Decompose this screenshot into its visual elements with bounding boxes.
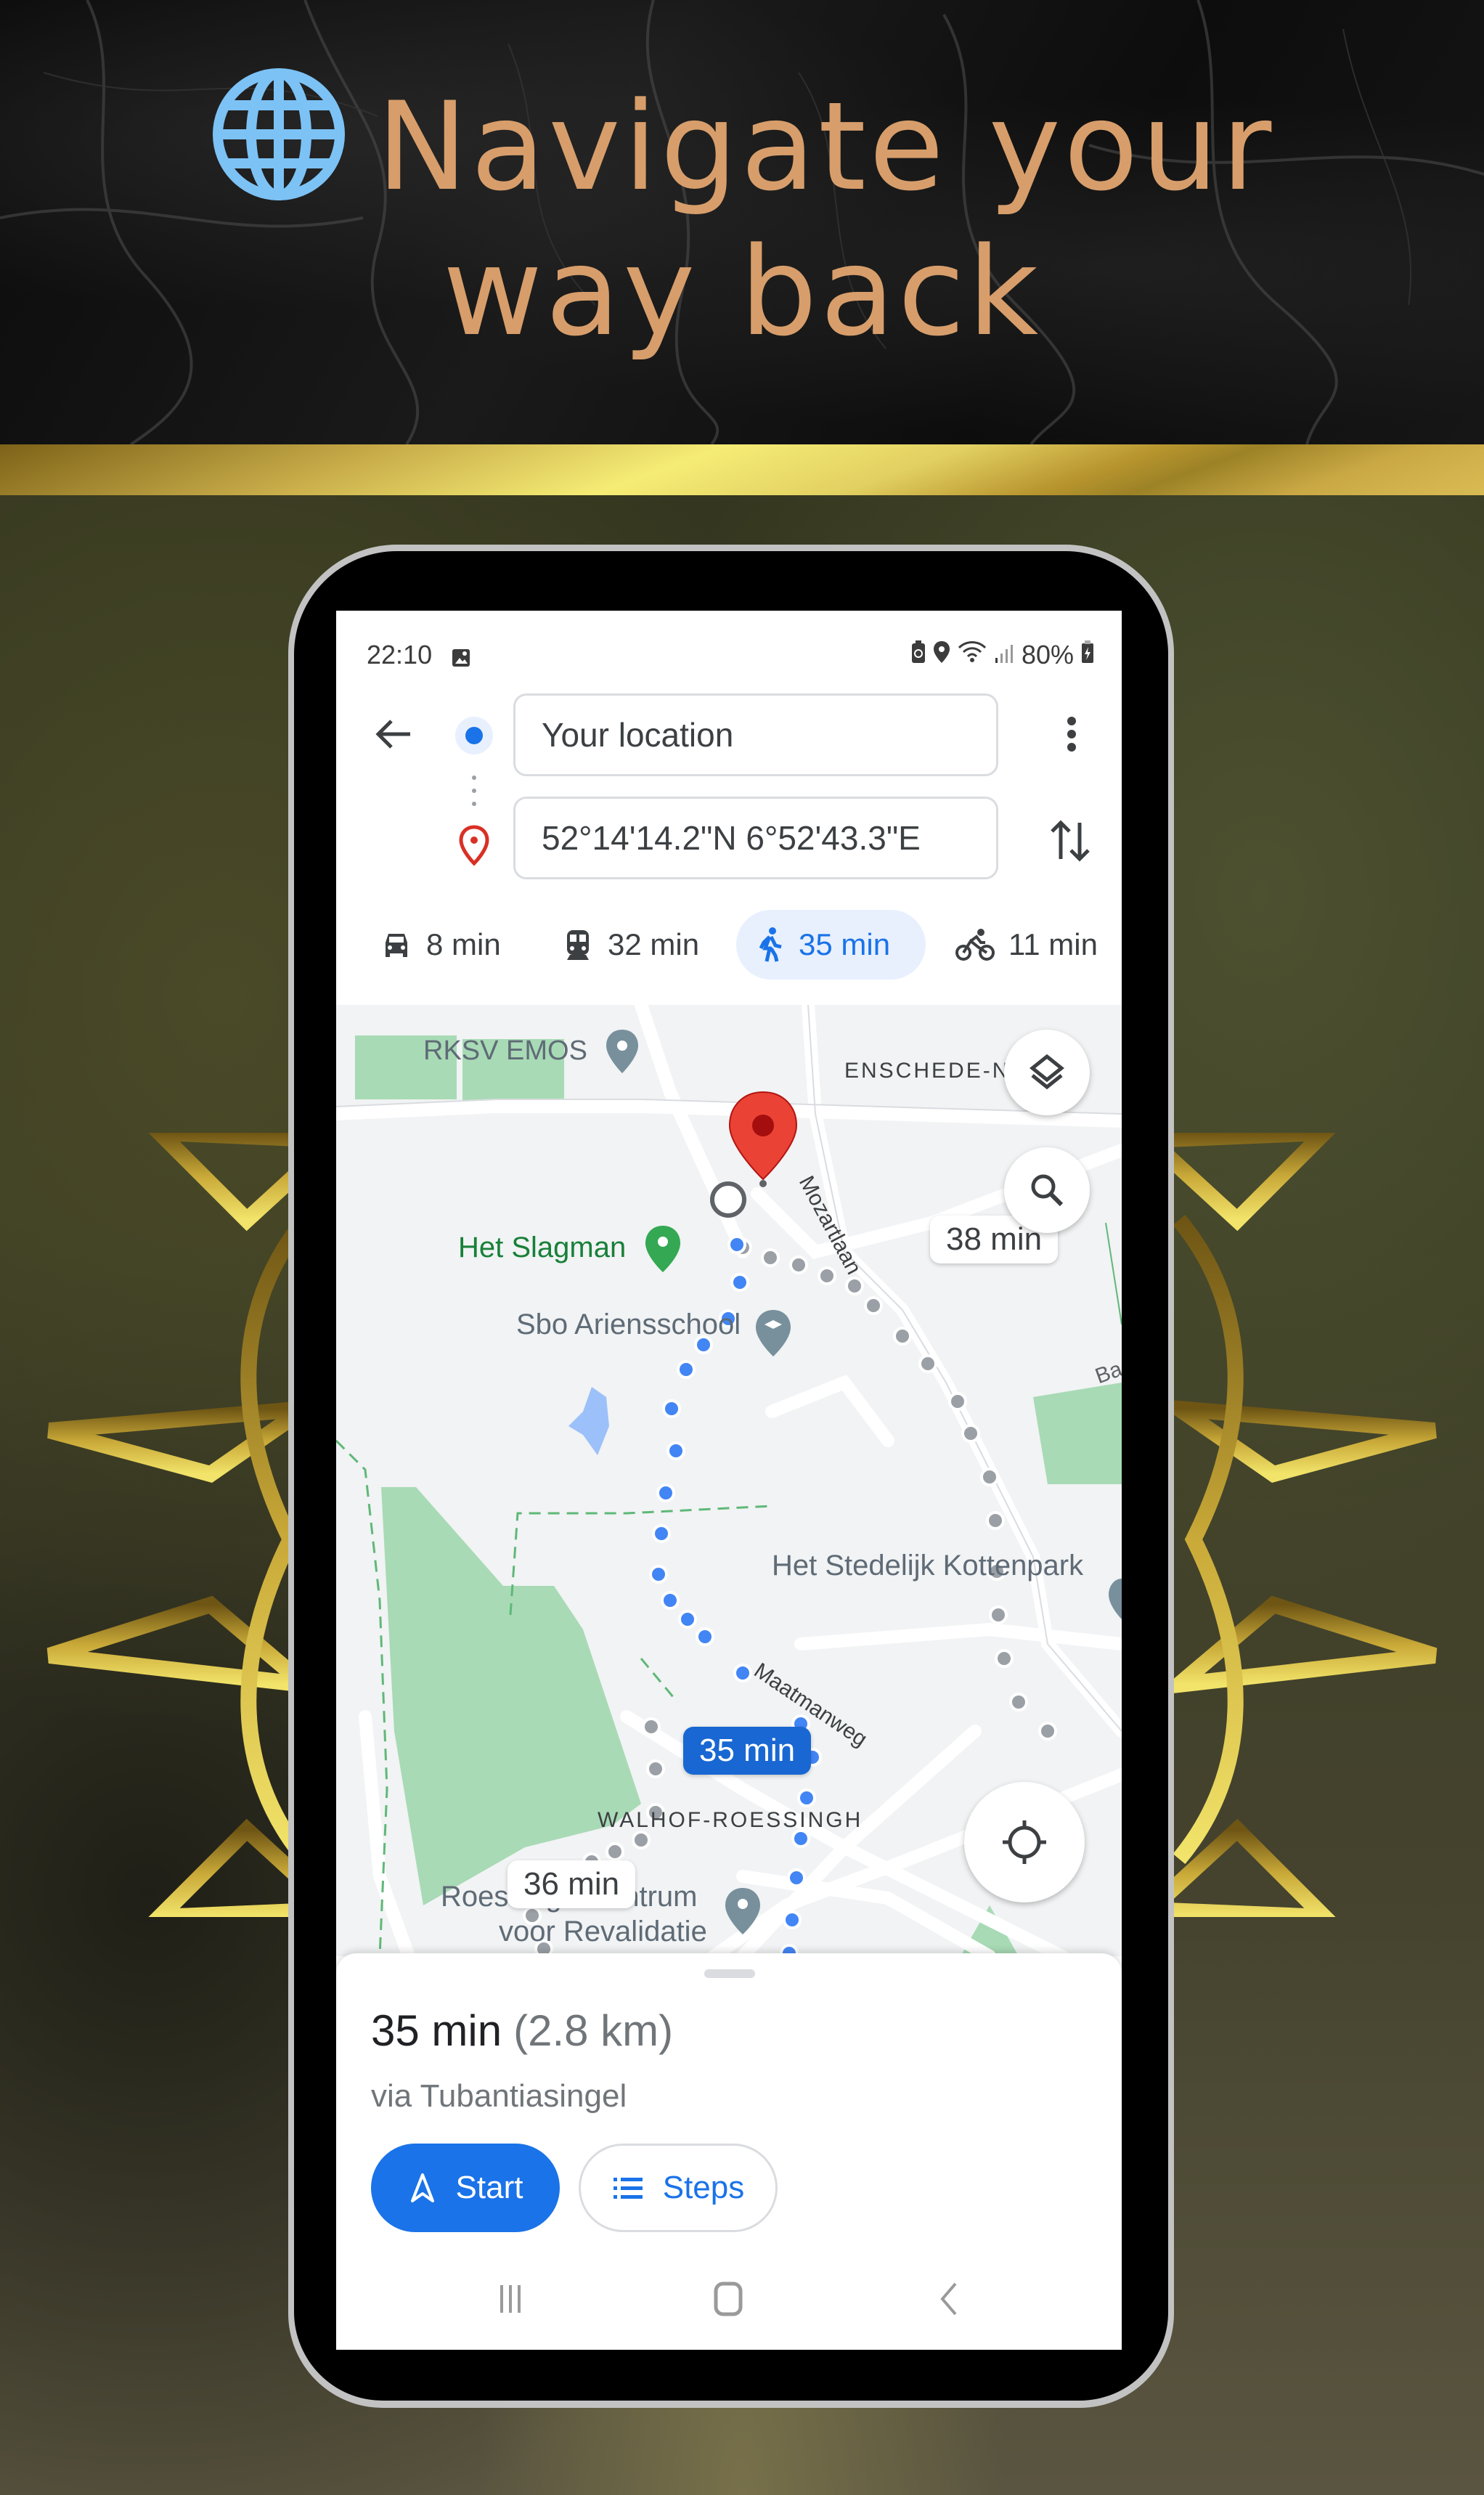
pond [568, 1387, 609, 1455]
steps-button[interactable]: Steps [579, 2144, 778, 2232]
promo-headline: Navigate your way back [0, 65, 1484, 365]
origin-dot-icon [465, 727, 483, 744]
destination-marker-icon [728, 1091, 798, 1187]
battery-saver-icon [911, 640, 926, 670]
walk-icon [759, 927, 782, 962]
school-pin-icon [756, 1310, 791, 1356]
car-icon [386, 934, 407, 957]
park-area [381, 1487, 641, 1905]
kottenpark-pin-icon [1109, 1579, 1122, 1619]
my-location-button[interactable] [964, 1782, 1085, 1902]
travel-mode-tabs: 8 min 32 min 35 min 11 min [336, 910, 1122, 980]
train-icon [567, 930, 589, 960]
globe-icon [210, 65, 348, 203]
headline-line-1: Navigate your [376, 76, 1275, 218]
home-button[interactable] [699, 2274, 757, 2324]
map-label-walhof: WALHOF-ROESSINGH [598, 1808, 863, 1832]
tab-transit-label: 32 min [608, 927, 700, 961]
headline-line-2: way back [442, 221, 1042, 363]
status-bar: 22:10 80% [336, 611, 1122, 691]
swap-button[interactable] [1045, 815, 1096, 866]
map-label-slagman: Het Slagman [458, 1232, 627, 1263]
location-icon [933, 640, 950, 670]
destination-input[interactable]: 52°14'14.2"N 6°52'43.3"E [513, 797, 998, 879]
start-navigation-button[interactable]: Start [371, 2144, 560, 2232]
origin-input[interactable]: Your location [513, 693, 998, 776]
route-start-marker [710, 1181, 746, 1218]
sheet-drag-handle[interactable] [704, 1969, 755, 1978]
navigation-arrow-icon [410, 2173, 434, 2202]
map-label-sbo: Sbo Ariensschool [516, 1308, 741, 1340]
destination-pin-icon [459, 825, 489, 866]
map-label-rksv: RKSV EMOS [423, 1035, 587, 1066]
map-label-revalidatie-line2: voor Revalidatie [499, 1916, 707, 1947]
map-label-enschede: ENSCHEDE-NO [844, 1059, 1030, 1083]
route-bubble-35min-selected[interactable]: 35 min [683, 1727, 812, 1775]
recents-icon [500, 2285, 521, 2313]
battery-charging-icon [1081, 640, 1094, 670]
route-summary: 35 min (2.8 km) [371, 2006, 673, 2056]
tab-walk[interactable]: 35 min [736, 910, 926, 980]
search-along-route-button[interactable] [1004, 1147, 1090, 1233]
back-nav-button[interactable] [920, 2274, 978, 2324]
route-via: via Tubantiasingel [371, 2078, 627, 2114]
rksv-pin-icon [606, 1030, 638, 1073]
swap-vert-icon [1051, 820, 1090, 862]
park-area [1033, 1383, 1122, 1484]
image-icon [451, 644, 471, 675]
tab-bike[interactable]: 11 min [955, 910, 1098, 980]
gold-divider [0, 444, 1484, 495]
tab-walk-label: 35 min [799, 927, 891, 961]
battery-percentage: 80% [1021, 640, 1074, 669]
arrow-left-icon [375, 720, 410, 749]
route-bubble-36min[interactable]: 36 min [507, 1860, 636, 1908]
home-icon [714, 2282, 743, 2316]
tab-drive[interactable]: 8 min [380, 910, 501, 980]
tab-drive-label: 8 min [426, 927, 501, 961]
phone-screen: 22:10 80% Your location 52°14'14.2"N 6°5… [336, 611, 1122, 2350]
back-button[interactable] [372, 712, 416, 756]
slagman-pin-icon [645, 1226, 680, 1272]
signal-icon [994, 640, 1014, 670]
route-duration: 35 min [371, 2006, 502, 2055]
tab-transit[interactable]: 32 min [561, 910, 699, 980]
bike-icon [955, 929, 995, 961]
recents-button[interactable] [481, 2274, 539, 2324]
start-label: Start [455, 2170, 523, 2205]
route-distance: (2.8 km) [513, 2006, 674, 2055]
back-chevron-icon [940, 2282, 957, 2316]
layers-icon [1029, 1054, 1065, 1090]
system-nav-bar [336, 2252, 1122, 2346]
more-vert-icon [1067, 717, 1076, 752]
search-icon [1031, 1174, 1064, 1207]
route-endpoints-graphic [455, 717, 493, 866]
status-time: 22:10 [367, 640, 433, 669]
more-options-button[interactable] [1053, 712, 1090, 756]
list-icon [613, 2178, 643, 2199]
wifi-icon [958, 640, 987, 670]
layers-button[interactable] [1004, 1030, 1090, 1115]
crosshair-icon [1003, 1820, 1046, 1864]
map-label-kottenpark: Het Stedelijk Kottenpark [772, 1550, 1084, 1582]
map-view[interactable]: RKSV EMOS ENSCHEDE-NO Mozartlaan Het Sla… [336, 1005, 1122, 1956]
tab-bike-label: 11 min [1008, 927, 1098, 961]
selected-route-35min [649, 1235, 822, 1956]
steps-label: Steps [662, 2170, 745, 2205]
